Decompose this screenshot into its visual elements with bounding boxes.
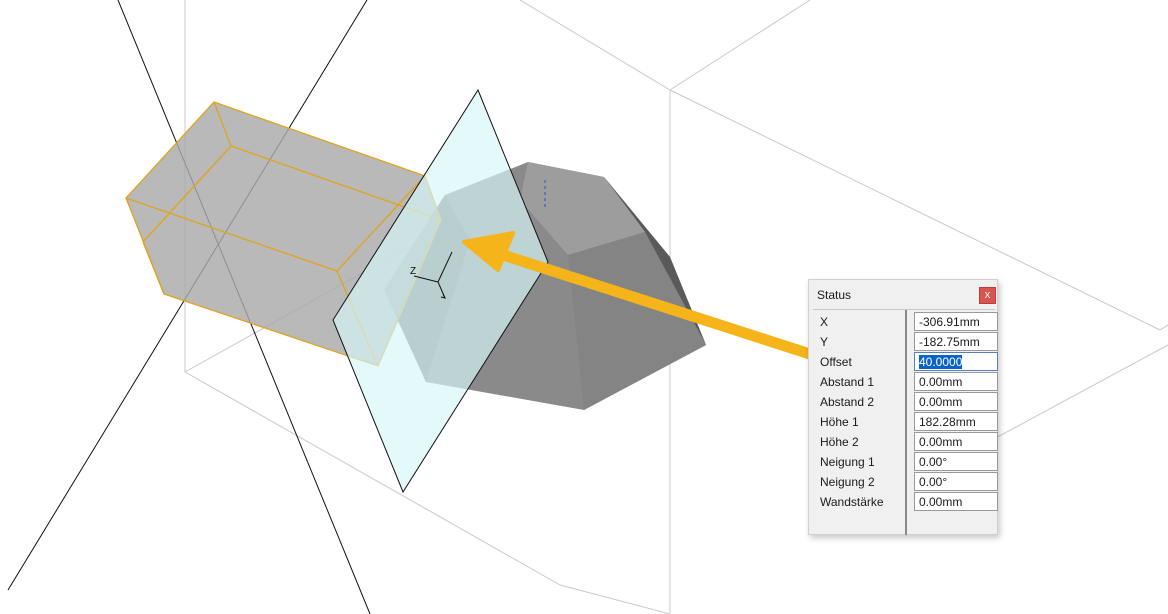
status-row-hoehe-1: Höhe 1 [813,412,998,432]
status-row-abstand-2: Abstand 2 [813,392,998,412]
row-label: X [820,315,829,329]
row-label: Höhe 1 [820,415,859,429]
abstand-1-field[interactable] [914,372,998,391]
hoehe-1-field[interactable] [914,412,998,431]
status-row-neigung-2: Neigung 2 [813,472,998,492]
row-label: Wandstärke [820,495,884,509]
status-row-hoehe-2: Höhe 2 [813,432,998,452]
neigung-1-field[interactable] [914,452,998,471]
status-row-wandstaerke: Wandstärke [813,492,998,512]
row-label: Abstand 2 [820,395,875,409]
status-row-y: Y [813,332,998,352]
status-row-neigung-1: Neigung 1 [813,452,998,472]
row-label: Y [820,335,829,349]
cutting-plane[interactable] [332,88,549,494]
close-button[interactable]: x [979,287,996,304]
row-label: Neigung 2 [820,475,875,489]
offset-field[interactable] [914,352,998,371]
status-rows: X Y Offset Abstand 1 Abstand 2 Höhe 1 Hö… [813,309,998,535]
x-field[interactable] [914,312,998,331]
row-label: Höhe 2 [820,435,859,449]
status-panel-title: Status [817,288,852,302]
status-row-x: X [813,312,998,332]
status-row-abstand-1: Abstand 1 [813,372,998,392]
y-field[interactable] [914,332,998,351]
status-panel[interactable]: Status x X Y Offset Abstand 1 Abstand 2 … [808,279,998,535]
abstand-2-field[interactable] [914,392,998,411]
wandstaerke-field[interactable] [914,492,998,511]
row-label: Neigung 1 [820,455,875,469]
neigung-2-field[interactable] [914,472,998,491]
status-row-offset: Offset [813,352,998,372]
axis-label-z: Z [410,266,416,277]
row-label: Abstand 1 [820,375,875,389]
hoehe-2-field[interactable] [914,432,998,451]
row-label: Offset [820,355,852,369]
